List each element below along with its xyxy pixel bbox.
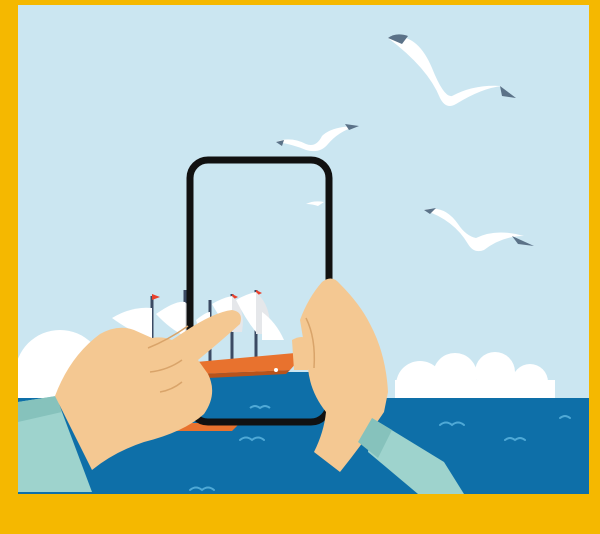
photo-with-phone-illustration [0,0,600,534]
illustration-frame [0,0,600,534]
